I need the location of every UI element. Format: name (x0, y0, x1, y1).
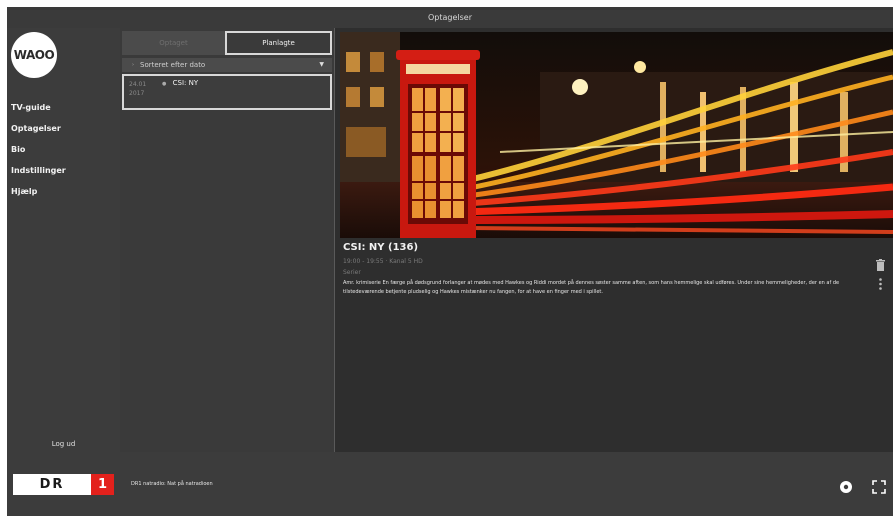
channel-number: 1 (91, 474, 114, 495)
channel-logo: DR 1 (13, 474, 114, 495)
recording-date: 24.01 2017 (129, 81, 147, 97)
trash-icon[interactable] (876, 256, 885, 275)
now-playing-text: DR1 natradio: Nat på natradioen (131, 481, 213, 487)
program-time: 19:00 - 19:55 · Kanal 5 HD (343, 258, 423, 265)
recordings-list-panel: Optaget Planlagte › Sorteret efter dato … (120, 28, 334, 452)
sidebar-item-settings[interactable]: Indstillinger (11, 160, 66, 181)
sidebar-item-help[interactable]: Hjælp (11, 181, 66, 202)
more-vertical-icon[interactable] (879, 275, 882, 294)
waoo-logo[interactable]: WAOO (11, 32, 57, 78)
sort-dropdown[interactable]: › Sorteret efter dato ▼ (122, 58, 332, 72)
sidebar-item-recordings[interactable]: Optagelser (11, 118, 66, 139)
sort-label: Sorteret efter dato (140, 61, 206, 69)
sidebar: WAOO TV-guide Optagelser Bio Indstilling… (7, 28, 120, 452)
recording-title: CSI: NY (172, 79, 199, 87)
sidebar-nav: TV-guide Optagelser Bio Indstillinger Hj… (11, 97, 66, 202)
app-window: Optagelser WAOO TV-guide Optagelser Bio … (7, 7, 893, 516)
program-detail: CSI: NY (136) 19:00 - 19:55 · Kanal 5 HD… (335, 28, 893, 452)
window-title: Optagelser (427, 13, 472, 22)
gear-icon[interactable] (839, 479, 853, 498)
title-bar: Optagelser (7, 7, 893, 28)
program-genre: Serier (343, 269, 361, 276)
tab-scheduled[interactable]: Planlagte (225, 31, 332, 55)
program-description: Amr. krimiserie En færge på dødsgrund fo… (343, 280, 840, 295)
chevron-icon: › (132, 62, 134, 68)
logout-button[interactable]: Log ud (7, 440, 120, 448)
tab-recorded[interactable]: Optaget (122, 31, 225, 55)
list-item[interactable]: 24.01 2017 ● CSI: NY (122, 74, 332, 110)
recordings-tabs: Optaget Planlagte (122, 31, 332, 55)
sidebar-item-bio[interactable]: Bio (11, 139, 66, 160)
program-title: CSI: NY (136) (343, 242, 419, 253)
recording-indicator-icon: ● (162, 81, 167, 87)
hero-image (340, 32, 893, 238)
player-bar: DR 1 DR1 natradio: Nat på natradioen (7, 452, 893, 516)
caret-down-icon: ▼ (319, 61, 324, 68)
sidebar-item-tv-guide[interactable]: TV-guide (11, 97, 66, 118)
channel-name: DR (13, 474, 91, 495)
fullscreen-icon[interactable] (872, 479, 886, 498)
telephone-box-street-image (340, 32, 893, 238)
